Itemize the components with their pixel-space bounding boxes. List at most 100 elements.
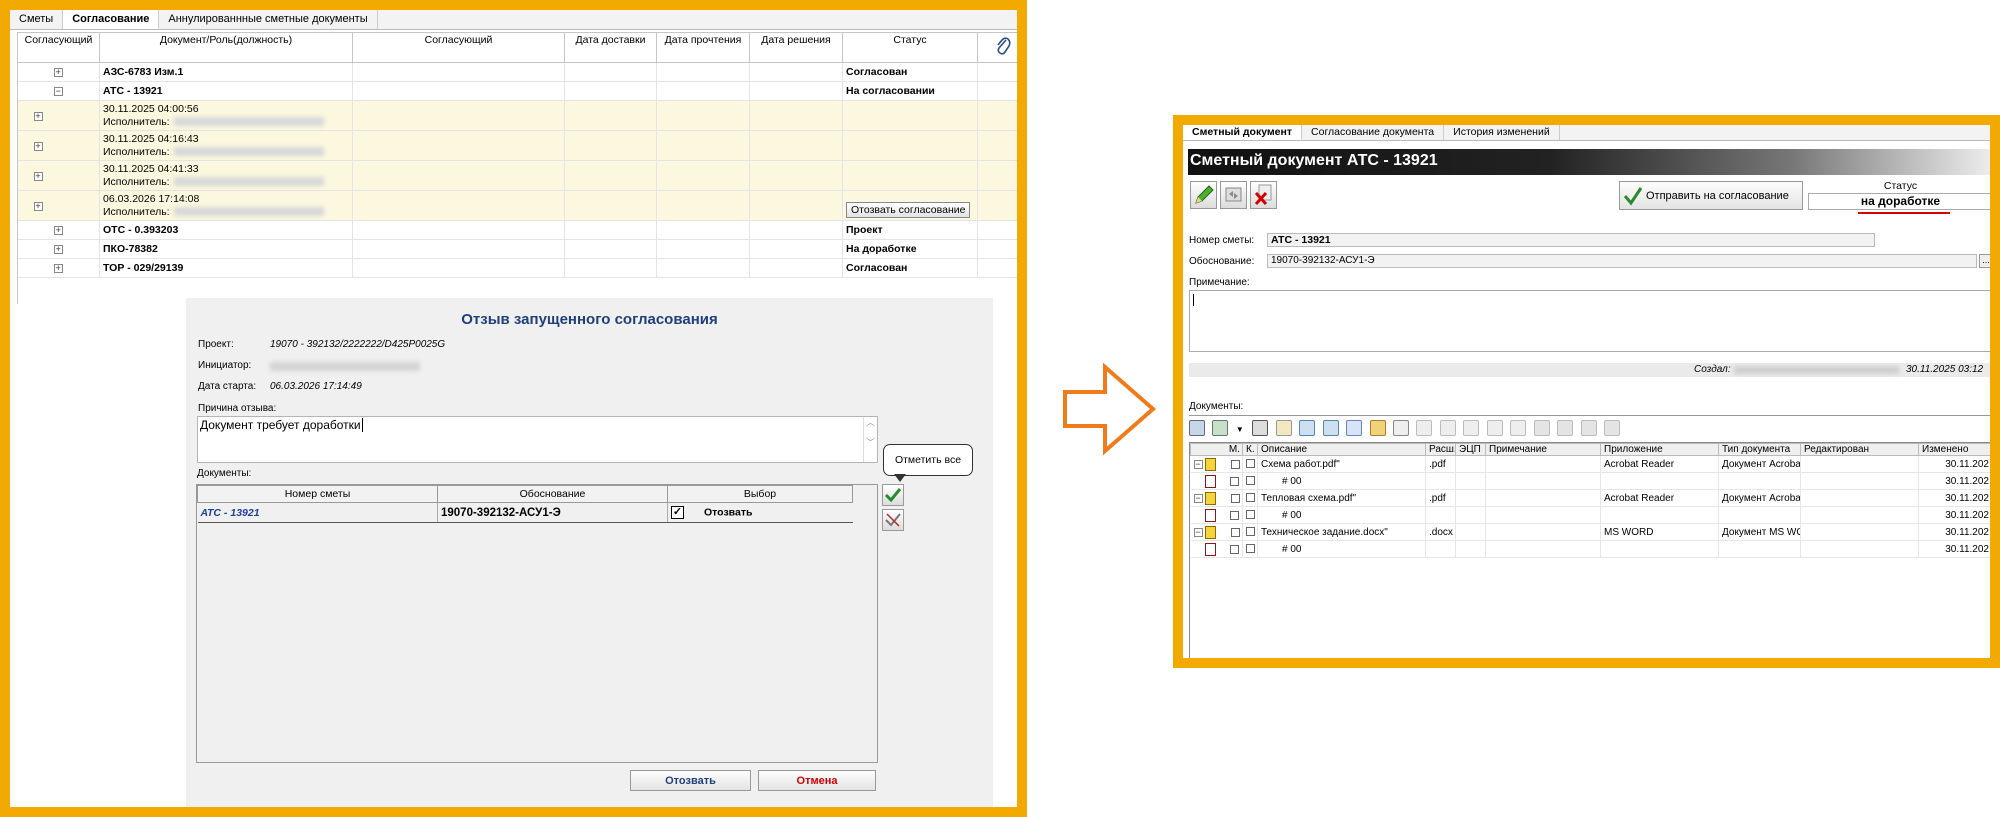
file-row[interactable]: − Схема работ.pdf" .pdf Acrobat Reader Д… — [1190, 455, 1990, 473]
expand-toggle[interactable]: + — [33, 141, 43, 151]
tab-document-approval[interactable]: Согласование документа — [1302, 125, 1445, 140]
dialog-doc-row[interactable]: АТС - 13921 19070-392132-АСУ1-Э ✓ Отозват… — [197, 502, 853, 523]
collapse-toggle[interactable]: − — [53, 87, 63, 96]
col-header-modified[interactable]: Изменено — [1918, 443, 1990, 456]
m-checkbox[interactable] — [1231, 459, 1241, 469]
col-header-doc-type[interactable]: Тип документа — [1718, 443, 1801, 456]
file-row[interactable]: − Техническое задание.docx" .docx MS WOR… — [1190, 523, 1990, 541]
tool-icon-export[interactable] — [1604, 419, 1621, 436]
tool-icon-scatter[interactable] — [1346, 419, 1363, 436]
k-checkbox[interactable] — [1246, 527, 1255, 537]
col-header-approver-2[interactable]: Согласующий — [352, 32, 565, 63]
grid-subrow-approver[interactable]: + 30.11.2025 04:16:43 Исполнитель: — [17, 130, 1017, 161]
file-version-row[interactable]: # 00 30.11.202 — [1190, 472, 1990, 490]
check-all-button[interactable] — [882, 484, 904, 506]
expand-toggle[interactable]: + — [33, 171, 43, 181]
tab-change-history[interactable]: История изменений — [1444, 125, 1560, 140]
attach-column-header[interactable] — [977, 32, 1017, 63]
uncheck-all-button[interactable] — [882, 509, 904, 531]
note-textarea[interactable] — [1189, 290, 1990, 352]
tool-icon-swap[interactable] — [1580, 419, 1597, 436]
estimate-number-field[interactable]: АТС - 13921 — [1267, 233, 1875, 247]
expand-toggle[interactable]: + — [33, 111, 43, 121]
tool-icon-prev-disabled[interactable] — [1463, 419, 1480, 436]
col-header-k[interactable]: К. — [1242, 443, 1258, 456]
k-checkbox[interactable] — [1246, 476, 1255, 486]
revoke-button[interactable]: Отозвать — [630, 770, 751, 791]
col-header-approver[interactable]: Согласующий — [17, 32, 100, 63]
col-header-note[interactable]: Примечание — [1485, 443, 1601, 456]
grid-subrow-approver[interactable]: + 30.11.2025 04:41:33 Исполнитель: — [17, 160, 1017, 191]
expand-toggle[interactable]: + — [33, 201, 43, 211]
revoke-checkbox[interactable]: ✓ — [671, 506, 684, 519]
col-header-m[interactable]: М. — [1190, 443, 1243, 456]
tool-icon-print[interactable] — [1393, 419, 1409, 436]
tab-estimate-document[interactable]: Сметный документ — [1183, 125, 1303, 140]
grid-subrow-approver[interactable]: + 06.03.2026 17:14:08 Исполнитель: Отозва… — [17, 190, 1017, 221]
tool-icon-id[interactable] — [1252, 419, 1269, 436]
reason-textarea[interactable]: Документ требует доработки ︿ ﹀ — [197, 416, 878, 463]
tool-icon-attach[interactable] — [1275, 419, 1292, 436]
file-version-row[interactable]: # 00 30.11.202 — [1190, 540, 1990, 558]
k-checkbox[interactable] — [1246, 510, 1255, 520]
tab-soglasovanie[interactable]: Согласование — [63, 10, 160, 29]
basis-browse-button[interactable]: ... — [1979, 254, 1990, 268]
k-checkbox[interactable] — [1246, 493, 1255, 503]
grid-row-doc[interactable]: − АТС - 13921 На согласовании — [17, 81, 1017, 101]
expand-toggle[interactable]: + — [53, 226, 63, 235]
col-header-description[interactable]: Описание — [1257, 443, 1426, 456]
file-row[interactable]: − Тепловая схема.pdf" .pdf Acrobat Reade… — [1190, 489, 1990, 507]
col-header-edited[interactable]: Редактирован — [1800, 443, 1919, 456]
tab-annulled-docs[interactable]: Аннулированнные сметные документы — [159, 10, 378, 29]
grid-row-doc[interactable]: + ПКО-78382 На доработке — [17, 239, 1017, 259]
chevron-down-icon[interactable]: ▼ — [1236, 425, 1244, 434]
tool-icon-columns[interactable] — [1533, 419, 1550, 436]
expand-toggle[interactable]: + — [53, 264, 63, 273]
tool-icon-book[interactable] — [1369, 419, 1386, 436]
tab-smety[interactable]: Сметы — [10, 10, 64, 29]
k-checkbox[interactable] — [1246, 459, 1255, 469]
basis-field[interactable]: 19070-392132-АСУ1-Э — [1267, 254, 1977, 268]
col-header-basis[interactable]: Обоснование — [437, 485, 668, 503]
grid-row-doc[interactable]: + ТОР - 029/29139 Согласован — [17, 258, 1017, 278]
col-header-application[interactable]: Приложение — [1600, 443, 1719, 456]
col-header-decision-date[interactable]: Дата решения — [749, 32, 843, 63]
expand-toggle[interactable]: + — [53, 245, 63, 254]
k-checkbox[interactable] — [1246, 544, 1255, 554]
col-header-ext[interactable]: Расш. — [1425, 443, 1456, 456]
m-checkbox[interactable] — [1231, 493, 1241, 503]
grid-subrow-approver[interactable]: + 30.11.2025 04:00:56 Исполнитель: — [17, 100, 1017, 131]
m-checkbox[interactable] — [1231, 527, 1241, 537]
collapse-toggle[interactable]: − — [1193, 459, 1203, 469]
col-header-delivery-date[interactable]: Дата доставки — [564, 32, 657, 63]
tool-icon-grid[interactable] — [1212, 419, 1229, 436]
refresh-button[interactable] — [1220, 181, 1247, 209]
collapse-toggle[interactable]: − — [1193, 493, 1203, 503]
m-checkbox[interactable] — [1230, 476, 1240, 486]
grid-row-doc[interactable]: + ОТС - 0.393203 Проект — [17, 220, 1017, 240]
paperclip-icon[interactable] — [994, 34, 1012, 58]
tool-icon-edit-disabled[interactable] — [1416, 419, 1433, 436]
delete-button[interactable] — [1250, 181, 1277, 209]
tool-icon-find-disabled[interactable] — [1439, 419, 1456, 436]
reason-scrollbar[interactable]: ︿ ﹀ — [863, 417, 877, 462]
edit-button[interactable] — [1190, 181, 1217, 209]
tool-icon-split[interactable] — [1557, 419, 1574, 436]
tool-icon-close-disabled[interactable] — [1510, 419, 1527, 436]
tool-icon-tree[interactable] — [1299, 419, 1316, 436]
tool-icon-next-disabled[interactable] — [1486, 419, 1503, 436]
col-header-read-date[interactable]: Дата прочтения — [656, 32, 750, 63]
send-for-approval-button[interactable]: Отправить на согласование — [1619, 181, 1803, 210]
col-header-signature[interactable]: ЭЦП — [1455, 443, 1486, 456]
col-header-status[interactable]: Статус — [842, 32, 978, 63]
col-header-estimate-number[interactable]: Номер сметы — [197, 485, 438, 503]
grid-row-doc[interactable]: + АЗС-6783 Изм.1 Согласован — [17, 62, 1017, 82]
m-checkbox[interactable] — [1230, 510, 1240, 520]
expand-toggle[interactable]: + — [53, 68, 63, 77]
cancel-button[interactable]: Отмена — [758, 770, 876, 791]
tool-icon-tree-2[interactable] — [1322, 419, 1339, 436]
tool-icon-stack[interactable] — [1189, 419, 1205, 436]
revoke-approval-button[interactable]: Отозвать согласование — [846, 202, 971, 218]
col-header-document-role[interactable]: Документ/Роль(должность) — [99, 32, 353, 63]
collapse-toggle[interactable]: − — [1193, 527, 1203, 537]
